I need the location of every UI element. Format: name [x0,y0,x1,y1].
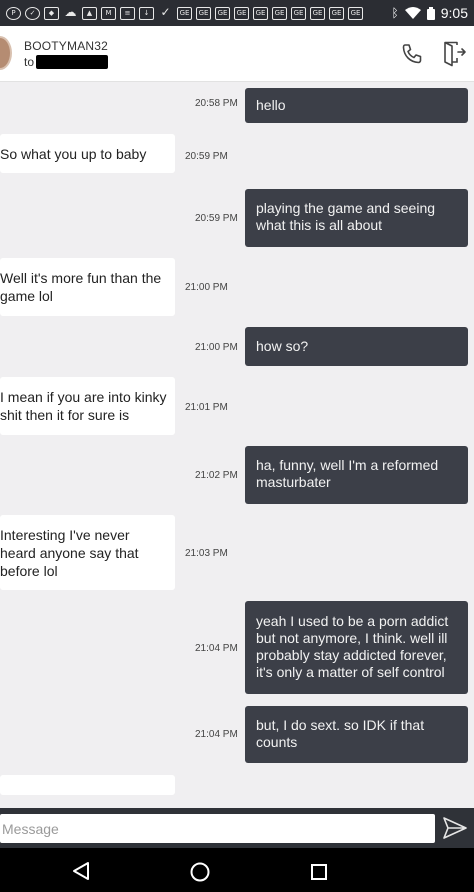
contact-name[interactable]: BOOTYMAN32 [24,39,108,53]
ge-icon: GE [196,6,211,20]
message-bubble-outgoing: but, I do sext. so IDK if that counts [245,706,468,763]
check-mark-icon: ✓ [160,4,171,19]
chat-header: BOOTYMAN32 to [0,26,474,82]
message-list[interactable]: hello 20:58 PM So what you up to baby 20… [0,82,474,808]
composer-bar [0,808,474,848]
pinterest-icon: P [6,6,21,20]
battery-icon [426,6,435,20]
send-icon[interactable] [441,815,469,841]
status-time: 9:05 [440,5,468,21]
message-input[interactable] [0,814,435,843]
recipient-line: to [24,55,109,69]
cloud-icon: ☁ [64,4,77,19]
ge-icon: GE [177,6,192,20]
message-timestamp: 21:00 PM [195,342,238,353]
avatar[interactable] [0,36,12,70]
navigation-bar [0,848,474,892]
message-timestamp: 20:58 PM [195,98,238,109]
message-bubble-incoming: Interesting I've never heard anyone say … [0,515,175,590]
home-icon[interactable] [189,861,211,883]
redaction-bar [36,55,109,69]
message-bubble-incoming: So what you up to baby [0,134,175,173]
ge-icon: GE [215,6,230,20]
ge-icon: GE [329,6,344,20]
message-bubble-incoming: I mean if you are into kinky shit then i… [0,377,175,435]
ge-icon: GE [348,6,363,20]
ge-icon: GE [291,6,306,20]
check-icon: ✓ [25,6,40,20]
image-icon: ▲ [82,6,97,20]
ge-icon: GE [253,6,268,20]
back-icon[interactable] [70,861,92,881]
message-bubble-incoming [0,775,175,795]
message-timestamp: 21:03 PM [185,548,228,559]
status-bar: P ✓ ◆ ☁ ▲ M ≡ ↓ ✓ GE GE GE GE GE GE GE G… [0,0,474,26]
notification-icons: P ✓ ◆ ☁ ▲ M ≡ ↓ ✓ GE GE GE GE GE GE GE G… [6,4,392,20]
phone-icon[interactable] [400,42,424,66]
shield-icon: ◆ [44,6,59,20]
recents-icon[interactable] [309,862,329,882]
gmail-icon: M [101,6,116,20]
message-timestamp: 21:00 PM [185,282,228,293]
message-timestamp: 21:01 PM [185,402,228,413]
message-timestamp: 20:59 PM [195,213,238,224]
message-timestamp: 20:59 PM [185,151,228,162]
download-icon: ↓ [139,6,154,20]
wifi-icon [404,7,421,19]
ge-icon: GE [310,6,325,20]
message-bubble-outgoing: playing the game and seeing what this is… [245,189,468,247]
message-bubble-incoming: Well it's more fun than the game lol [0,258,175,316]
message-timestamp: 21:04 PM [195,643,238,654]
message-bubble-outgoing: ha, funny, well I'm a reformed masturbat… [245,446,468,504]
exit-icon[interactable] [443,41,467,67]
bluetooth-icon: ᛒ [391,6,399,20]
message-bubble-outgoing: yeah I used to be a porn addict but not … [245,601,468,694]
message-bubble-outgoing: hello [245,88,468,123]
ge-icon: GE [272,6,287,20]
recipient-prefix: to [24,55,35,69]
message-timestamp: 21:02 PM [195,470,238,481]
message-bubble-outgoing: how so? [245,327,468,366]
message-timestamp: 21:04 PM [195,729,238,740]
news-icon: ≡ [120,6,135,20]
ge-icon: GE [234,6,249,20]
